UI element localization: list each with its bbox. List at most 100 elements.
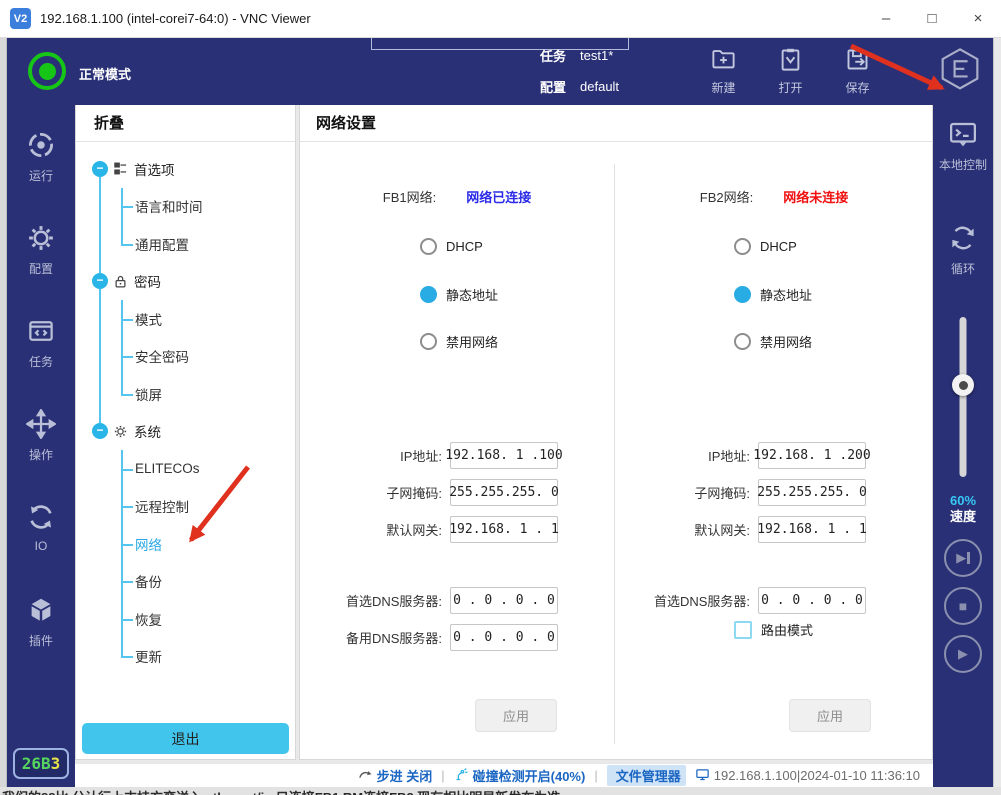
tree-item-network[interactable]: 网络 bbox=[76, 525, 295, 563]
fb2-route-mode-option[interactable]: 路由模式 bbox=[734, 620, 813, 639]
collision-detection-toggle[interactable]: 碰撞检测开启(40%) bbox=[454, 766, 586, 785]
speed-slider[interactable] bbox=[960, 317, 967, 477]
nav-operate-button[interactable]: 操作 bbox=[7, 409, 75, 463]
fb2-radio-group: DHCP 静态地址 禁用网络 bbox=[734, 223, 812, 366]
open-task-button[interactable]: 打开 bbox=[762, 46, 819, 96]
step-forward-icon: ▶ bbox=[956, 550, 966, 566]
radio-icon[interactable] bbox=[734, 333, 751, 350]
fb1-dns1-input[interactable]: 0 . 0 . 0 . 0 bbox=[450, 587, 558, 614]
terminal-icon bbox=[948, 119, 978, 152]
nav-run-button[interactable]: 运行 bbox=[7, 130, 75, 184]
vnc-viewer-window: V2 192.168.1.100 (intel-corei7-64:0) - V… bbox=[0, 0, 1001, 795]
radio-label: DHCP bbox=[760, 239, 797, 254]
collapse-icon[interactable]: − bbox=[92, 161, 108, 177]
radio-icon[interactable] bbox=[420, 238, 437, 255]
fb2-mask-label: 子网掩码: bbox=[694, 483, 750, 502]
loop-button[interactable]: 循环 bbox=[933, 223, 993, 277]
fb2-radio-static[interactable]: 静态地址 bbox=[734, 271, 812, 319]
radio-checked-icon[interactable] bbox=[734, 286, 751, 303]
radio-label: 禁用网络 bbox=[446, 332, 498, 351]
radio-label: 静态地址 bbox=[760, 285, 812, 304]
tree-item-elitecos[interactable]: ELITECOs bbox=[76, 450, 295, 488]
connection-text: 192.168.1.100|2024-01-10 11:36:10 bbox=[714, 768, 920, 783]
collision-detection-label: 碰撞检测开启(40%) bbox=[473, 766, 586, 785]
tree-item-language-time[interactable]: 语言和时间 bbox=[76, 188, 295, 226]
maximize-button[interactable]: □ bbox=[909, 0, 955, 37]
top-toolbar: 正常模式 任务 test1* 配置 default 新建 bbox=[7, 38, 993, 105]
stop-button[interactable]: ■ bbox=[944, 587, 982, 625]
fb1-ip-input[interactable]: 192.168. 1 .100 bbox=[450, 442, 558, 469]
title-bar: V2 192.168.1.100 (intel-corei7-64:0) - V… bbox=[0, 0, 1001, 38]
fb1-radio-disable[interactable]: 禁用网络 bbox=[420, 318, 498, 366]
fb1-ip-label: IP地址: bbox=[400, 446, 442, 465]
step-forward-button[interactable]: ▶ bbox=[944, 539, 982, 577]
elite-robots-logo-icon[interactable] bbox=[934, 45, 986, 97]
play-button[interactable]: ▶ bbox=[944, 635, 982, 673]
nav-plugin-button[interactable]: 插件 bbox=[7, 595, 75, 649]
step-arrow-icon bbox=[358, 767, 373, 785]
file-manager-button[interactable]: 文件管理器 bbox=[607, 765, 686, 786]
new-file-icon bbox=[710, 46, 737, 76]
speed-label: 速度 bbox=[933, 509, 993, 525]
fb2-ip-input[interactable]: 192.168. 1 .200 bbox=[758, 442, 866, 469]
fb2-apply-button[interactable]: 应用 bbox=[789, 699, 871, 732]
fb1-radio-dhcp[interactable]: DHCP bbox=[420, 223, 498, 271]
nav-run-label: 运行 bbox=[29, 167, 53, 184]
tree-group-preferences[interactable]: − 首选项 bbox=[76, 150, 295, 188]
fb2-gateway-label: 默认网关: bbox=[694, 520, 750, 539]
fb1-dns2-input[interactable]: 0 . 0 . 0 . 0 bbox=[450, 624, 558, 651]
nav-io-label: IO bbox=[35, 539, 48, 553]
fb2-radio-disable[interactable]: 禁用网络 bbox=[734, 318, 812, 366]
fb1-status: 网络已连接 bbox=[466, 187, 531, 206]
radio-icon[interactable] bbox=[734, 238, 751, 255]
run-icon bbox=[26, 130, 56, 163]
speed-slider-handle[interactable] bbox=[952, 374, 974, 396]
fb2-dns1-input[interactable]: 0 . 0 . 0 . 0 bbox=[758, 587, 866, 614]
fb1-gateway-input[interactable]: 192.168. 1 . 1 bbox=[450, 516, 558, 543]
step-mode-toggle[interactable]: 步进 关闭 bbox=[358, 766, 433, 785]
mode-label: 正常模式 bbox=[79, 64, 131, 83]
save-task-label: 保存 bbox=[845, 79, 869, 96]
exit-button[interactable]: 退出 bbox=[82, 723, 289, 754]
fb2-radio-dhcp[interactable]: DHCP bbox=[734, 223, 812, 271]
nav-config-button[interactable]: 配置 bbox=[7, 223, 75, 277]
task-label: 任务 bbox=[540, 46, 566, 65]
fb2-column: FB2网络: 网络未连接 DHCP 静态地址 禁用网络 bbox=[614, 142, 934, 758]
fb1-radio-static[interactable]: 静态地址 bbox=[420, 271, 498, 319]
minimize-button[interactable]: – bbox=[863, 0, 909, 37]
status-badge: 26B3 bbox=[13, 748, 69, 779]
tree-body: − 首选项 语言和时间 通用配置 − bbox=[76, 142, 295, 675]
fb2-mask-input[interactable]: 255.255.255. 0 bbox=[758, 479, 866, 506]
local-control-button[interactable]: 本地控制 bbox=[933, 119, 993, 173]
tree-item-general-config[interactable]: 通用配置 bbox=[76, 225, 295, 263]
nav-io-button[interactable]: IO bbox=[7, 502, 75, 553]
tree-item-restore[interactable]: 恢复 bbox=[76, 600, 295, 638]
tree-item-update[interactable]: 更新 bbox=[76, 638, 295, 676]
network-settings-panel: 网络设置 FB1网络: 网络已连接 DHCP 静态地址 bbox=[299, 105, 933, 760]
save-task-button[interactable]: 保存 bbox=[829, 46, 886, 96]
tree-item-backup[interactable]: 备份 bbox=[76, 563, 295, 601]
tree-item-mode[interactable]: 模式 bbox=[76, 300, 295, 338]
tree-children: 模式 安全密码 锁屏 bbox=[76, 300, 295, 413]
nav-task-button[interactable]: 任务 bbox=[7, 316, 75, 370]
new-task-button[interactable]: 新建 bbox=[695, 46, 752, 96]
tree-item-security-password[interactable]: 安全密码 bbox=[76, 338, 295, 376]
collapse-icon[interactable]: − bbox=[92, 273, 108, 289]
tree-item-lock-screen[interactable]: 锁屏 bbox=[76, 375, 295, 413]
fb1-apply-button[interactable]: 应用 bbox=[475, 699, 557, 732]
tree-header[interactable]: 折叠 bbox=[76, 105, 295, 142]
close-button[interactable]: × bbox=[955, 0, 1001, 37]
tree-item-remote-control[interactable]: 远程控制 bbox=[76, 488, 295, 526]
tree-group-system[interactable]: − 系统 bbox=[76, 413, 295, 451]
vnc-logo-icon: V2 bbox=[10, 8, 31, 29]
fb1-mask-input[interactable]: 255.255.255. 0 bbox=[450, 479, 558, 506]
radio-checked-icon[interactable] bbox=[420, 286, 437, 303]
collapse-icon[interactable]: − bbox=[92, 423, 108, 439]
checkbox-icon[interactable] bbox=[734, 621, 752, 639]
play-icon: ▶ bbox=[958, 646, 968, 662]
tree-group-password[interactable]: − 密码 bbox=[76, 263, 295, 301]
radio-icon[interactable] bbox=[420, 333, 437, 350]
fb2-gateway-input[interactable]: 192.168. 1 . 1 bbox=[758, 516, 866, 543]
system-gear-icon bbox=[113, 424, 128, 439]
radio-label: 静态地址 bbox=[446, 285, 498, 304]
